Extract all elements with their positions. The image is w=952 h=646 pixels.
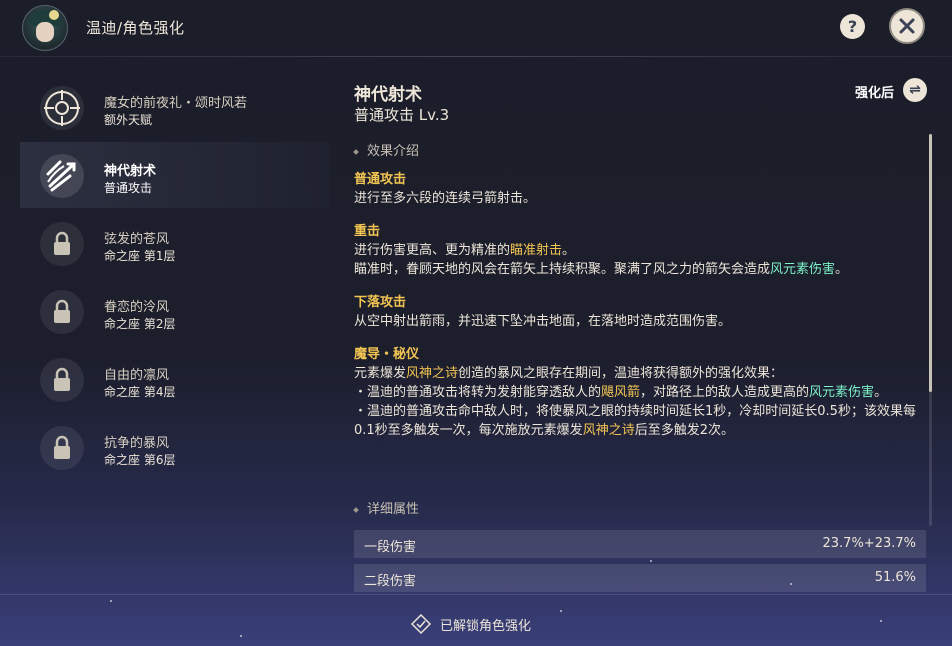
section-text: 进行至多六段的连续弓箭射击。 — [354, 191, 537, 206]
unlock-text: 已解锁角色强化 — [440, 619, 532, 634]
close-icon — [899, 18, 915, 34]
sidebar-item-passive-talent[interactable]: 魔女的前夜礼・颂时风若 额外天赋 — [20, 74, 330, 140]
sidebar-item-label: 弦发的苍风 — [104, 232, 170, 247]
unlocked-diamond-icon — [410, 613, 432, 635]
sidebar-item-sublabel: 命之座 第6层 — [104, 453, 176, 467]
table-row: 二段伤害 51.6% — [354, 564, 926, 592]
sidebar-item-label: 魔女的前夜礼・颂时风若 — [104, 96, 248, 111]
lock-icon — [40, 290, 84, 334]
enhance-toggle-button[interactable]: ⇌ — [903, 78, 927, 102]
sidebar-item-sublabel: 额外天赋 — [104, 113, 153, 127]
sidebar-item-constellation-6[interactable]: 抗争的暴风 命之座 第6层 — [20, 414, 330, 480]
section-title: 重击 — [354, 224, 381, 239]
scrollbar[interactable] — [929, 134, 932, 526]
section-text: 元素爆发风神之诗创造的暴风之眼存在期间，温迪将获得额外的强化效果： — [354, 366, 784, 381]
section-text: ・温迪的普通攻击将转为发射能穿透敌人的飓风箭，对路径上的敌人造成更高的风元素伤害… — [354, 385, 888, 400]
skill-name: 神代射术 — [354, 85, 422, 105]
section-text: ・温迪的普通攻击命中敌人时，将使暴风之眼的持续时间延长1秒，冷却时间延长0.5秒… — [354, 404, 916, 438]
skill-level: 普通攻击 Lv.3 — [354, 106, 450, 124]
section-title: 普通攻击 — [354, 172, 407, 187]
attribute-value: 51.6% — [874, 570, 916, 585]
sidebar-item-label: 自由的凛风 — [104, 368, 170, 383]
lock-icon — [40, 222, 84, 266]
sidebar-item-label: 抗争的暴风 — [104, 436, 170, 451]
effect-section-heading: 效果介绍 — [353, 140, 419, 159]
footer-divider — [0, 594, 952, 595]
sidebar-item-label: 眷恋的泠风 — [104, 300, 170, 315]
sidebar-item-sublabel: 普通攻击 — [104, 181, 153, 195]
sidebar-item-normal-attack[interactable]: 神代射术 普通攻击 — [20, 142, 330, 208]
sidebar-item-constellation-1[interactable]: 弦发的苍风 命之座 第1层 — [20, 210, 330, 276]
talent-icon — [40, 86, 84, 130]
swap-icon: ⇌ — [909, 82, 921, 98]
section-text: 从空中射出箭雨，并迅速下坠冲击地面，在落地时造成范围伤害。 — [354, 314, 732, 329]
close-button[interactable] — [889, 8, 925, 44]
sidebar-item-sublabel: 命之座 第1层 — [104, 249, 176, 263]
lock-icon — [40, 358, 84, 402]
avatar — [22, 5, 68, 51]
attribute-key: 二段伤害 — [364, 574, 417, 589]
lock-icon — [40, 426, 84, 470]
bow-arrows-icon — [40, 154, 84, 198]
enhance-toggle-label[interactable]: 强化后 — [855, 82, 894, 101]
sidebar-item-label: 神代射术 — [104, 164, 157, 179]
section-text: 进行伤害更高、更为精准的瞄准射击。 — [354, 243, 576, 258]
sidebar-item-sublabel: 命之座 第2层 — [104, 317, 176, 331]
section-title: 下落攻击 — [354, 295, 407, 310]
skill-description: 普通攻击 进行至多六段的连续弓箭射击。 重击 进行伤害更高、更为精准的瞄准射击。… — [354, 170, 919, 440]
sidebar-item-constellation-2[interactable]: 眷恋的泠风 命之座 第2层 — [20, 278, 330, 344]
question-icon: ? — [847, 17, 858, 36]
section-title: 魔导・秘仪 — [354, 347, 420, 362]
scrollbar-thumb[interactable] — [929, 134, 932, 392]
attribute-key: 一段伤害 — [364, 540, 417, 555]
detail-section-heading: 详细属性 — [353, 498, 419, 517]
table-row: 一段伤害 23.7%+23.7% — [354, 530, 926, 558]
header: 温迪/角色强化 ? — [0, 0, 952, 56]
header-divider — [0, 56, 952, 57]
attribute-value: 23.7%+23.7% — [822, 536, 917, 551]
sidebar-item-sublabel: 命之座 第4层 — [104, 385, 176, 399]
sidebar-item-constellation-4[interactable]: 自由的凛风 命之座 第4层 — [20, 346, 330, 412]
page-title: 温迪/角色强化 — [86, 19, 185, 37]
help-button[interactable]: ? — [840, 14, 865, 39]
section-text: 瞄准时，眷顾天地的风会在箭矢上持续积聚。聚满了风之力的箭矢会造成风元素伤害。 — [354, 262, 849, 277]
